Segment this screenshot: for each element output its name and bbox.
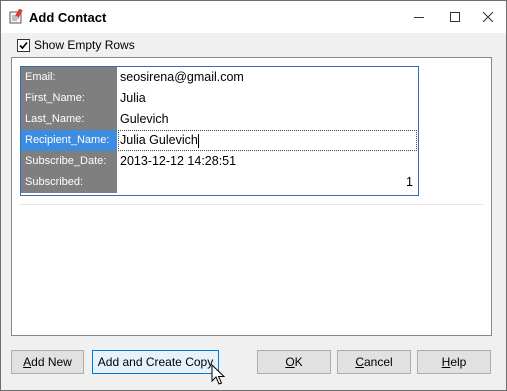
field-label: Subscribed:	[21, 172, 117, 193]
field-row-recipient-name: Recipient_Name: Julia Gulevich	[21, 130, 418, 151]
separator	[19, 204, 483, 205]
add-new-mnemonic: A	[23, 355, 32, 369]
title-bar: Add Contact	[1, 1, 506, 33]
field-row-first-name: First_Name: Julia	[21, 88, 418, 109]
show-empty-rows-checkbox[interactable]	[17, 38, 30, 52]
add-and-create-copy-button[interactable]: Add and Create Copy	[92, 350, 219, 374]
add-new-label: dd New	[31, 355, 72, 369]
ok-mnemonic: O	[285, 355, 295, 369]
add-contact-window: Add Contact Show Empty Rows Email: seosi…	[0, 0, 507, 391]
cancel-label: ancel	[363, 355, 393, 369]
field-label: Subscribe_Date:	[21, 151, 117, 172]
close-button[interactable]	[471, 1, 505, 33]
text-caret	[197, 133, 199, 148]
field-label: Email:	[21, 67, 117, 88]
ok-button[interactable]: OK	[257, 350, 331, 374]
field-value-last-name[interactable]: Gulevich	[118, 109, 417, 130]
cancel-mnemonic: C	[355, 355, 364, 369]
minimize-icon	[414, 17, 424, 18]
maximize-button[interactable]	[438, 1, 472, 33]
checkmark-icon	[19, 41, 28, 49]
cancel-button[interactable]: Cancel	[337, 350, 411, 374]
field-label: Recipient_Name:	[21, 130, 117, 151]
recipient-name-text: Julia Gulevich	[120, 133, 198, 147]
field-row-subscribed: Subscribed: 1	[21, 172, 418, 193]
close-icon	[483, 12, 493, 22]
minimize-button[interactable]	[402, 1, 436, 33]
field-label: First_Name:	[21, 88, 117, 109]
contact-field-grid: Email: seosirena@gmail.com First_Name: J…	[20, 66, 419, 196]
field-label: Last_Name:	[21, 109, 117, 130]
contact-fields-panel: Email: seosirena@gmail.com First_Name: J…	[11, 57, 492, 336]
field-value-first-name[interactable]: Julia	[118, 88, 417, 109]
field-row-email: Email: seosirena@gmail.com	[21, 67, 418, 88]
ok-label: K	[294, 355, 303, 369]
add-copy-label: Add and Create Copy	[97, 355, 214, 369]
field-row-subscribe-date: Subscribe_Date: 2013-12-12 14:28:51	[21, 151, 418, 172]
field-value-subscribed[interactable]: 1	[118, 172, 417, 193]
field-value-subscribe-date[interactable]: 2013-12-12 14:28:51	[118, 151, 417, 172]
add-new-button[interactable]: Add New	[11, 350, 84, 374]
field-value-recipient-name[interactable]: Julia Gulevich	[118, 130, 417, 151]
show-empty-rows-option[interactable]: Show Empty Rows	[17, 38, 135, 52]
mouse-cursor-icon	[211, 364, 225, 385]
field-value-email[interactable]: seosirena@gmail.com	[118, 67, 417, 88]
help-label: elp	[450, 355, 467, 369]
help-mnemonic: H	[441, 355, 451, 369]
help-button[interactable]: Help	[417, 350, 491, 374]
field-row-last-name: Last_Name: Gulevich	[21, 109, 418, 130]
app-icon	[8, 8, 24, 25]
maximize-icon	[450, 12, 460, 22]
show-empty-rows-label: Show Empty Rows	[34, 38, 135, 52]
window-title: Add Contact	[29, 10, 107, 25]
